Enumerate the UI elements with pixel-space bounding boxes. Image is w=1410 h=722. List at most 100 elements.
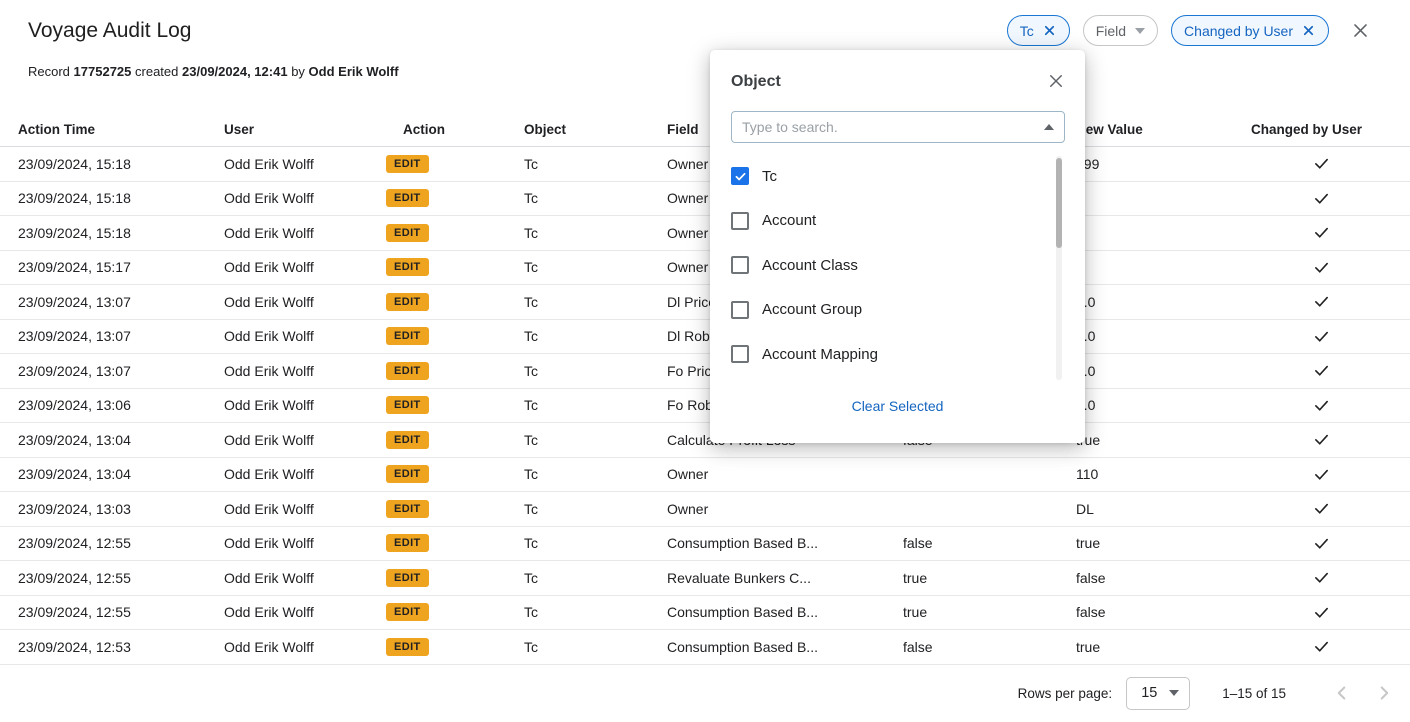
checkbox[interactable]	[731, 256, 749, 274]
cell-new-value: 0.0	[1076, 320, 1246, 354]
action-badge: EDIT	[386, 431, 429, 449]
close-icon[interactable]	[1351, 21, 1370, 40]
filter-chip-tc-label: Tc	[1020, 23, 1034, 39]
cell-action-time: 23/09/2024, 13:07	[18, 354, 218, 388]
remove-changed-by-user-filter-icon[interactable]	[1301, 23, 1316, 38]
cell-user: Odd Erik Wolff	[224, 354, 384, 388]
filter-chips: Tc Field Changed by User	[1007, 15, 1370, 46]
scrollbar-thumb[interactable]	[1056, 158, 1062, 248]
cell-action-time: 23/09/2024, 15:17	[18, 251, 218, 285]
cell-old-value: true	[903, 596, 1068, 630]
option-item[interactable]: Account	[710, 199, 1085, 244]
action-badge: EDIT	[386, 569, 429, 587]
column-header-action-time: Action Time	[18, 112, 95, 147]
cell-new-value: true	[1076, 527, 1246, 561]
scrollbar[interactable]	[1056, 156, 1062, 380]
cell-action: EDIT	[386, 216, 506, 250]
action-badge: EDIT	[386, 224, 429, 242]
cell-user: Odd Erik Wolff	[224, 147, 384, 181]
checkbox[interactable]	[731, 212, 749, 230]
column-header-object: Object	[524, 112, 566, 147]
table-row: 23/09/2024, 13:06 Odd Erik Wolff EDIT Tc…	[0, 389, 1410, 424]
cell-action-time: 23/09/2024, 15:18	[18, 182, 218, 216]
action-badge: EDIT	[386, 500, 429, 518]
cell-user: Odd Erik Wolff	[224, 251, 384, 285]
cell-new-value: false	[1076, 596, 1246, 630]
clear-selected-link[interactable]: Clear Selected	[710, 398, 1085, 414]
changed-by-user-checkmark	[1303, 354, 1339, 388]
cell-action-time: 23/09/2024, 13:06	[18, 389, 218, 423]
changed-by-user-checkmark	[1303, 458, 1339, 492]
popup-close-icon[interactable]	[1047, 72, 1065, 90]
option-label: Tc	[762, 168, 777, 185]
rows-per-page-label: Rows per page:	[1018, 686, 1113, 701]
cell-new-value: false	[1076, 561, 1246, 595]
previous-page-button[interactable]	[1330, 681, 1354, 705]
table-row: 23/09/2024, 12:53 Odd Erik Wolff EDIT Tc…	[0, 630, 1410, 665]
table-row: 23/09/2024, 12:55 Odd Erik Wolff EDIT Tc…	[0, 561, 1410, 596]
checkbox[interactable]	[731, 167, 749, 185]
table-row: 23/09/2024, 15:18 Odd Erik Wolff EDIT Tc…	[0, 216, 1410, 251]
cell-user: Odd Erik Wolff	[224, 423, 384, 457]
action-badge: EDIT	[386, 465, 429, 483]
filter-chip-changed-by-user-label: Changed by User	[1184, 23, 1293, 39]
table-header: Action Time User Action Object Field Old…	[0, 112, 1410, 147]
page-title: Voyage Audit Log	[28, 19, 191, 43]
cell-object: Tc	[524, 354, 654, 388]
cell-field: Owner	[667, 458, 899, 492]
table-body: 23/09/2024, 15:18 Odd Erik Wolff EDIT Tc…	[0, 147, 1410, 665]
cell-action: EDIT	[386, 423, 506, 457]
cell-action-time: 23/09/2024, 13:03	[18, 492, 218, 526]
cell-action: EDIT	[386, 147, 506, 181]
cell-action: EDIT	[386, 354, 506, 388]
search-input[interactable]	[732, 112, 1064, 142]
column-header-field: Field	[667, 112, 699, 147]
cell-action-time: 23/09/2024, 13:07	[18, 285, 218, 319]
action-badge: EDIT	[386, 189, 429, 207]
record-prefix: Record	[28, 64, 70, 79]
options-list: Tc Account Account Class Account Group A…	[710, 154, 1085, 382]
rows-per-page-select[interactable]: 15	[1126, 677, 1190, 710]
cell-object: Tc	[524, 630, 654, 664]
cell-object: Tc	[524, 596, 654, 630]
cell-action: EDIT	[386, 561, 506, 595]
action-badge: EDIT	[386, 293, 429, 311]
cell-new-value: 5.0	[1076, 354, 1246, 388]
cell-object: Tc	[524, 458, 654, 492]
cell-action: EDIT	[386, 389, 506, 423]
option-item[interactable]: Account Class	[710, 243, 1085, 288]
cell-object: Tc	[524, 216, 654, 250]
cell-user: Odd Erik Wolff	[224, 389, 384, 423]
column-header-new-value: New Value	[1076, 112, 1143, 147]
checkbox[interactable]	[731, 301, 749, 319]
voyage-audit-log-page: Voyage Audit Log Record 17752725 created…	[0, 0, 1410, 722]
option-item[interactable]: Account Mapping	[710, 332, 1085, 377]
pagination-footer: Rows per page: 15 1–15 of 15	[0, 664, 1410, 722]
cell-action: EDIT	[386, 285, 506, 319]
object-filter-popup: Object Tc Account Account Class Account …	[710, 50, 1085, 443]
cell-action-time: 23/09/2024, 15:18	[18, 147, 218, 181]
changed-by-user-checkmark	[1303, 251, 1339, 285]
remove-tc-filter-icon[interactable]	[1042, 23, 1057, 38]
table-row: 23/09/2024, 13:04 Odd Erik Wolff EDIT Tc…	[0, 423, 1410, 458]
checkbox[interactable]	[731, 345, 749, 363]
cell-action: EDIT	[386, 630, 506, 664]
next-page-button[interactable]	[1372, 681, 1396, 705]
option-item[interactable]: Tc	[710, 154, 1085, 199]
table-row: 23/09/2024, 13:07 Odd Erik Wolff EDIT Tc…	[0, 285, 1410, 320]
cell-object: Tc	[524, 285, 654, 319]
action-badge: EDIT	[386, 258, 429, 276]
cell-old-value	[903, 458, 1068, 492]
option-item[interactable]: Account Group	[710, 288, 1085, 333]
cell-object: Tc	[524, 251, 654, 285]
cell-new-value: DL	[1076, 492, 1246, 526]
action-badge: EDIT	[386, 603, 429, 621]
cell-new-value: 110	[1076, 458, 1246, 492]
column-header-action: Action	[403, 112, 445, 147]
filter-chip-changed-by-user[interactable]: Changed by User	[1171, 15, 1329, 46]
filter-chip-field[interactable]: Field	[1083, 15, 1158, 46]
cell-action: EDIT	[386, 320, 506, 354]
option-label: Account Group	[762, 301, 862, 318]
filter-chip-tc[interactable]: Tc	[1007, 15, 1070, 46]
table-row: 23/09/2024, 12:55 Odd Erik Wolff EDIT Tc…	[0, 596, 1410, 631]
